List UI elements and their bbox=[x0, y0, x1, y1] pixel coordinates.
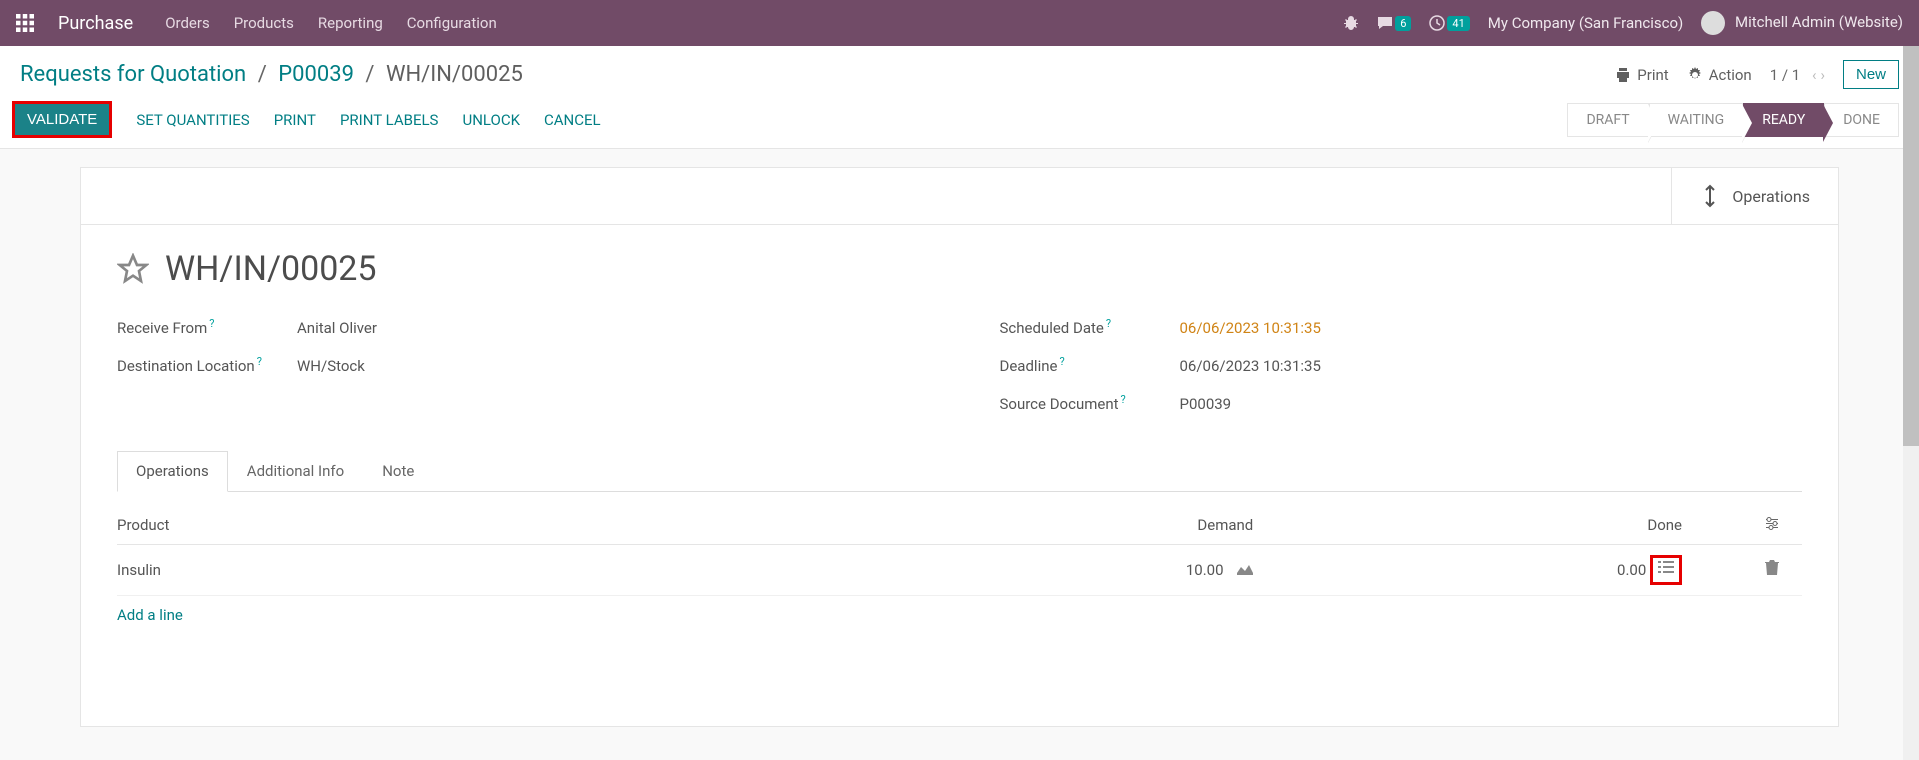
col-product-header[interactable]: Product bbox=[117, 516, 875, 536]
company-selector[interactable]: My Company (San Francisco) bbox=[1488, 14, 1683, 32]
avatar-icon bbox=[1701, 11, 1725, 35]
nav-products[interactable]: Products bbox=[234, 14, 294, 32]
source-doc-label: Source Document? bbox=[1000, 393, 1180, 413]
print-labels-button[interactable]: PRINT LABELS bbox=[340, 111, 439, 129]
top-navbar: Purchase Orders Products Reporting Confi… bbox=[0, 0, 1919, 46]
activities-badge: 41 bbox=[1447, 16, 1469, 31]
deadline-label: Deadline? bbox=[1000, 355, 1180, 375]
breadcrumb-current: WH/IN/00025 bbox=[386, 62, 523, 87]
apps-icon[interactable] bbox=[16, 14, 34, 32]
pager-next-icon[interactable]: › bbox=[1820, 66, 1825, 84]
destination-value[interactable]: WH/Stock bbox=[297, 357, 365, 375]
print-button[interactable]: Print bbox=[1615, 66, 1668, 84]
trash-icon[interactable] bbox=[1765, 562, 1779, 580]
add-line-link[interactable]: Add a line bbox=[117, 596, 1802, 634]
cancel-button[interactable]: CANCEL bbox=[544, 111, 601, 129]
user-menu[interactable]: Mitchell Admin (Website) bbox=[1701, 11, 1903, 35]
scrollbar[interactable] bbox=[1903, 46, 1919, 760]
validate-button[interactable]: VALIDATE bbox=[15, 104, 109, 135]
help-icon[interactable]: ? bbox=[257, 355, 262, 368]
validate-highlight: VALIDATE bbox=[12, 101, 112, 138]
status-bar: DRAFT WAITING READY DONE bbox=[1567, 103, 1899, 137]
tab-note[interactable]: Note bbox=[363, 451, 433, 491]
nav-reporting[interactable]: Reporting bbox=[318, 14, 383, 32]
status-done[interactable]: DONE bbox=[1824, 103, 1899, 137]
user-name: Mitchell Admin (Website) bbox=[1735, 13, 1903, 31]
form-sheet: Operations WH/IN/00025 Receive From? Ani… bbox=[80, 167, 1839, 727]
nav-configuration[interactable]: Configuration bbox=[407, 14, 497, 32]
col-demand-header[interactable]: Demand bbox=[875, 516, 1304, 536]
debug-icon[interactable] bbox=[1343, 15, 1359, 31]
help-icon[interactable]: ? bbox=[1121, 393, 1126, 406]
action-button[interactable]: Action bbox=[1687, 66, 1752, 84]
receive-from-label: Receive From? bbox=[117, 317, 297, 337]
row-done[interactable]: 0.00 bbox=[1303, 555, 1742, 585]
new-button[interactable]: New bbox=[1843, 60, 1899, 89]
breadcrumb-parent[interactable]: P00039 bbox=[278, 62, 354, 87]
header-row: Requests for Quotation / P00039 / WH/IN/… bbox=[0, 46, 1919, 95]
operations-table: Product Demand Done Insulin 10.00 bbox=[117, 508, 1802, 634]
details-icon[interactable] bbox=[1658, 561, 1674, 579]
help-icon[interactable]: ? bbox=[209, 317, 214, 330]
breadcrumb-root[interactable]: Requests for Quotation bbox=[20, 62, 246, 87]
tab-additional-info[interactable]: Additional Info bbox=[228, 451, 363, 491]
status-ready[interactable]: READY bbox=[1743, 103, 1824, 137]
action-label: Action bbox=[1709, 66, 1752, 84]
row-demand[interactable]: 10.00 bbox=[875, 561, 1304, 579]
deadline-value: 06/06/2023 10:31:35 bbox=[1180, 357, 1321, 375]
col-done-header[interactable]: Done bbox=[1303, 516, 1742, 536]
table-row[interactable]: Insulin 10.00 0.00 bbox=[117, 545, 1802, 596]
scrollbar-thumb[interactable] bbox=[1903, 46, 1919, 446]
star-icon[interactable] bbox=[117, 253, 149, 285]
app-name[interactable]: Purchase bbox=[58, 13, 133, 34]
tab-operations[interactable]: Operations bbox=[117, 451, 228, 492]
status-draft[interactable]: DRAFT bbox=[1567, 103, 1648, 137]
operations-stat-label: Operations bbox=[1732, 187, 1810, 206]
activities-icon[interactable]: 41 bbox=[1429, 15, 1469, 31]
row-product[interactable]: Insulin bbox=[117, 561, 875, 579]
details-highlight bbox=[1650, 555, 1682, 585]
receive-from-value[interactable]: Anital Oliver bbox=[297, 319, 377, 337]
help-icon[interactable]: ? bbox=[1059, 355, 1064, 368]
scheduled-date-label: Scheduled Date? bbox=[1000, 317, 1180, 337]
pager-prev-icon[interactable]: ‹ bbox=[1812, 66, 1817, 84]
col-options-icon[interactable] bbox=[1742, 516, 1802, 536]
pager: 1 / 1 ‹ › bbox=[1770, 66, 1825, 84]
source-doc-value[interactable]: P00039 bbox=[1180, 395, 1232, 413]
messages-icon[interactable]: 6 bbox=[1377, 15, 1411, 31]
messages-badge: 6 bbox=[1395, 16, 1411, 31]
status-waiting[interactable]: WAITING bbox=[1649, 103, 1744, 137]
help-icon[interactable]: ? bbox=[1106, 317, 1111, 330]
nav-orders[interactable]: Orders bbox=[165, 14, 210, 32]
scheduled-date-value[interactable]: 06/06/2023 10:31:35 bbox=[1180, 319, 1321, 337]
forecast-icon[interactable] bbox=[1237, 561, 1253, 579]
action-bar: VALIDATE SET QUANTITIES PRINT PRINT LABE… bbox=[0, 95, 1919, 149]
pager-text: 1 / 1 bbox=[1770, 66, 1801, 84]
tabs: Operations Additional Info Note bbox=[117, 451, 1802, 492]
breadcrumb: Requests for Quotation / P00039 / WH/IN/… bbox=[20, 62, 523, 87]
destination-label: Destination Location? bbox=[117, 355, 297, 375]
unlock-button[interactable]: UNLOCK bbox=[462, 111, 520, 129]
set-quantities-button[interactable]: SET QUANTITIES bbox=[136, 111, 249, 129]
print-picking-button[interactable]: PRINT bbox=[274, 111, 316, 129]
print-label: Print bbox=[1637, 66, 1668, 84]
operations-stat-button[interactable]: Operations bbox=[1671, 168, 1838, 224]
record-title: WH/IN/00025 bbox=[165, 249, 377, 289]
